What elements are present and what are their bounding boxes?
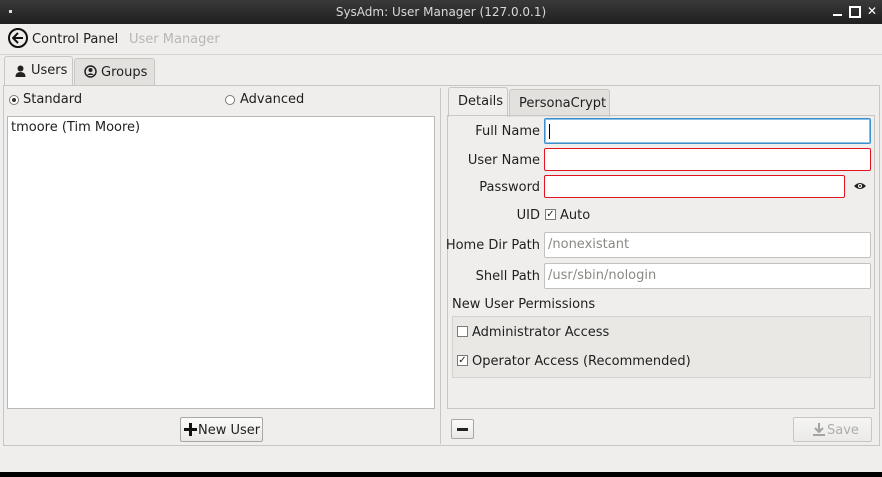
maximize-button[interactable] [849, 6, 861, 18]
tab-groups-label: Groups [101, 65, 148, 80]
text-cursor [549, 124, 550, 139]
window-bottom-border [0, 472, 882, 477]
uid-auto-checkbox[interactable]: ✓ [545, 209, 556, 220]
user-manager-window: SysAdm: User Manager (127.0.0.1) ✕ Contr… [0, 0, 882, 477]
uid-label: UID [516, 208, 540, 223]
eye-icon[interactable] [853, 181, 867, 191]
full-name-label: Full Name [475, 124, 540, 139]
administrator-access-label[interactable]: Administrator Access [472, 325, 609, 340]
standard-label[interactable]: Standard [23, 92, 82, 107]
tab-personacrypt[interactable]: PersonaCrypt [509, 89, 610, 117]
tab-details-label: Details [458, 94, 504, 109]
title-bar[interactable]: SysAdm: User Manager (127.0.0.1) ✕ [0, 0, 882, 24]
control-panel-link[interactable]: Control Panel [32, 32, 118, 47]
back-arrow-icon[interactable] [8, 28, 28, 48]
remove-user-button[interactable] [451, 419, 474, 439]
user-list[interactable]: tmoore (Tim Moore) [7, 116, 435, 409]
new-user-button[interactable]: New User [180, 417, 263, 442]
shell-path-field[interactable]: /usr/sbin/nologin [544, 263, 871, 289]
user-icon [15, 65, 26, 77]
password-field[interactable] [544, 175, 845, 198]
standard-radio[interactable] [9, 95, 19, 105]
splitter[interactable] [440, 88, 441, 444]
plus-icon [184, 423, 197, 436]
operator-access-checkbox[interactable]: ✓ [457, 355, 468, 366]
download-icon [813, 423, 825, 436]
tab-details[interactable]: Details [448, 87, 508, 117]
tab-users[interactable]: Users [4, 56, 73, 86]
advanced-radio[interactable] [225, 95, 235, 105]
close-button[interactable]: ✕ [866, 5, 878, 17]
group-icon [84, 65, 97, 78]
save-button[interactable]: Save [793, 417, 872, 442]
user-name-field[interactable] [544, 148, 871, 171]
tab-personacrypt-label: PersonaCrypt [519, 96, 607, 111]
home-dir-field[interactable]: /nonexistant [544, 232, 871, 258]
list-item[interactable]: tmoore (Tim Moore) [11, 120, 140, 135]
navigation-bar: Control Panel User Manager [0, 24, 882, 55]
save-label: Save [827, 423, 859, 438]
home-dir-label: Home Dir Path [445, 238, 540, 253]
permissions-title: New User Permissions [452, 297, 596, 312]
full-name-field[interactable] [544, 118, 871, 144]
minimize-button[interactable] [832, 5, 844, 17]
minus-icon [457, 428, 468, 431]
breadcrumb-current: User Manager [129, 32, 220, 47]
tab-users-label: Users [31, 63, 68, 78]
uid-auto-label[interactable]: Auto [560, 208, 590, 223]
user-name-label: User Name [467, 153, 540, 168]
advanced-label[interactable]: Advanced [240, 92, 304, 107]
shell-path-label: Shell Path [475, 269, 540, 284]
new-user-label: New User [198, 423, 261, 438]
operator-access-label[interactable]: Operator Access (Recommended) [472, 354, 691, 369]
password-label: Password [479, 180, 540, 195]
tab-groups[interactable]: Groups [74, 58, 155, 86]
window-title: SysAdm: User Manager (127.0.0.1) [335, 5, 547, 19]
administrator-access-checkbox[interactable] [457, 326, 468, 337]
